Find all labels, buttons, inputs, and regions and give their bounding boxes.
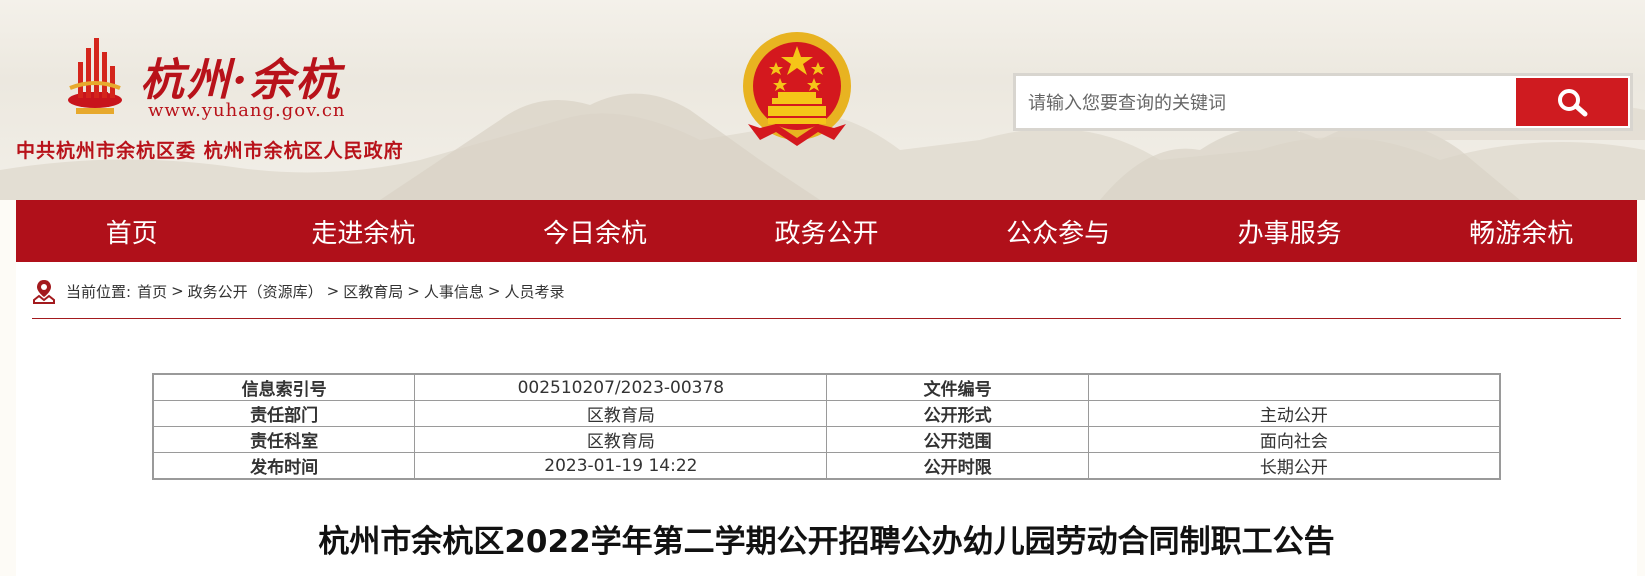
org-name: 中共杭州市余杭区委 杭州市余杭区人民政府 [16,140,404,162]
meta-value: 主动公开 [1087,400,1501,427]
table-row: 责任科室 区教育局 公开范围 面向社会 [152,426,1501,453]
nav-item-public-participation[interactable]: 公众参与 [942,200,1174,262]
main-nav: 首页 走进余杭 今日余杭 政务公开 公众参与 办事服务 畅游余杭 [16,200,1637,262]
nav-item-tourism[interactable]: 畅游余杭 [1405,200,1637,262]
site-header: 杭州·余杭 www.yuhang.gov.cn 中共杭州市余杭区委 杭州市余杭区… [0,0,1645,200]
nav-item-home[interactable]: 首页 [16,200,248,262]
logo-title: 杭州·余杭 [140,55,342,106]
meta-key: 发布时间 [152,452,416,480]
meta-key: 责任部门 [152,400,416,427]
table-row: 责任部门 区教育局 公开形式 主动公开 [152,400,1501,427]
meta-key: 文件编号 [826,373,1089,401]
breadcrumb: 当前位置: 首页 > 政务公开（资源库） > 区教育局 > 人事信息 > 人员考… [32,276,564,306]
nav-item-today-yuhang[interactable]: 今日余杭 [479,200,711,262]
breadcrumb-divider [32,318,1621,319]
breadcrumb-link-home[interactable]: 首页 [137,281,167,302]
yuhang-logo-icon [68,38,122,114]
nav-item-about-yuhang[interactable]: 走进余杭 [248,200,480,262]
table-row: 发布时间 2023-01-19 14:22 公开时限 长期公开 [152,452,1501,480]
meta-key: 公开范围 [826,426,1089,453]
search-box [1013,73,1633,131]
nav-item-gov-open[interactable]: 政务公开 [711,200,943,262]
meta-key: 公开时限 [826,452,1089,480]
national-emblem-icon [743,32,851,146]
breadcrumb-separator: > [171,282,184,300]
meta-key: 公开形式 [826,400,1089,427]
map-location-icon [33,280,55,304]
meta-value [1087,373,1501,401]
breadcrumb-link-education-bureau[interactable]: 区教育局 [343,281,403,302]
breadcrumb-link-personnel-info[interactable]: 人事信息 [424,281,484,302]
meta-value: 2023-01-19 14:22 [414,452,828,480]
breadcrumb-separator: > [487,282,501,300]
breadcrumb-separator: > [407,282,420,300]
meta-value: 长期公开 [1087,452,1501,480]
meta-key: 责任科室 [152,426,416,453]
main-content: 当前位置: 首页 > 政务公开（资源库） > 区教育局 > 人事信息 > 人员考… [16,262,1637,576]
breadcrumb-link-recruitment[interactable]: 人员考录 [504,281,564,302]
article-title: 杭州市余杭区2022学年第二学期公开招聘公办幼儿园劳动合同制职工公告 [318,524,1335,560]
breadcrumb-prefix: 当前位置: [66,282,132,301]
breadcrumb-separator: > [326,282,340,300]
search-input[interactable] [1024,82,1500,124]
logo-url: www.yuhang.gov.cn [148,100,346,121]
breadcrumb-link-gov-open[interactable]: 政务公开（资源库） [188,281,323,302]
document-meta-table: 信息索引号 002510207/2023-00378 文件编号 责任部门 区教育… [152,373,1501,480]
search-button[interactable] [1516,78,1628,126]
meta-value: 002510207/2023-00378 [414,373,828,401]
meta-value: 区教育局 [414,400,828,427]
table-row: 信息索引号 002510207/2023-00378 文件编号 [152,373,1501,401]
meta-value: 面向社会 [1087,426,1501,453]
meta-value: 区教育局 [414,426,828,453]
search-icon [1558,89,1588,117]
meta-key: 信息索引号 [152,373,416,401]
nav-item-services[interactable]: 办事服务 [1174,200,1406,262]
